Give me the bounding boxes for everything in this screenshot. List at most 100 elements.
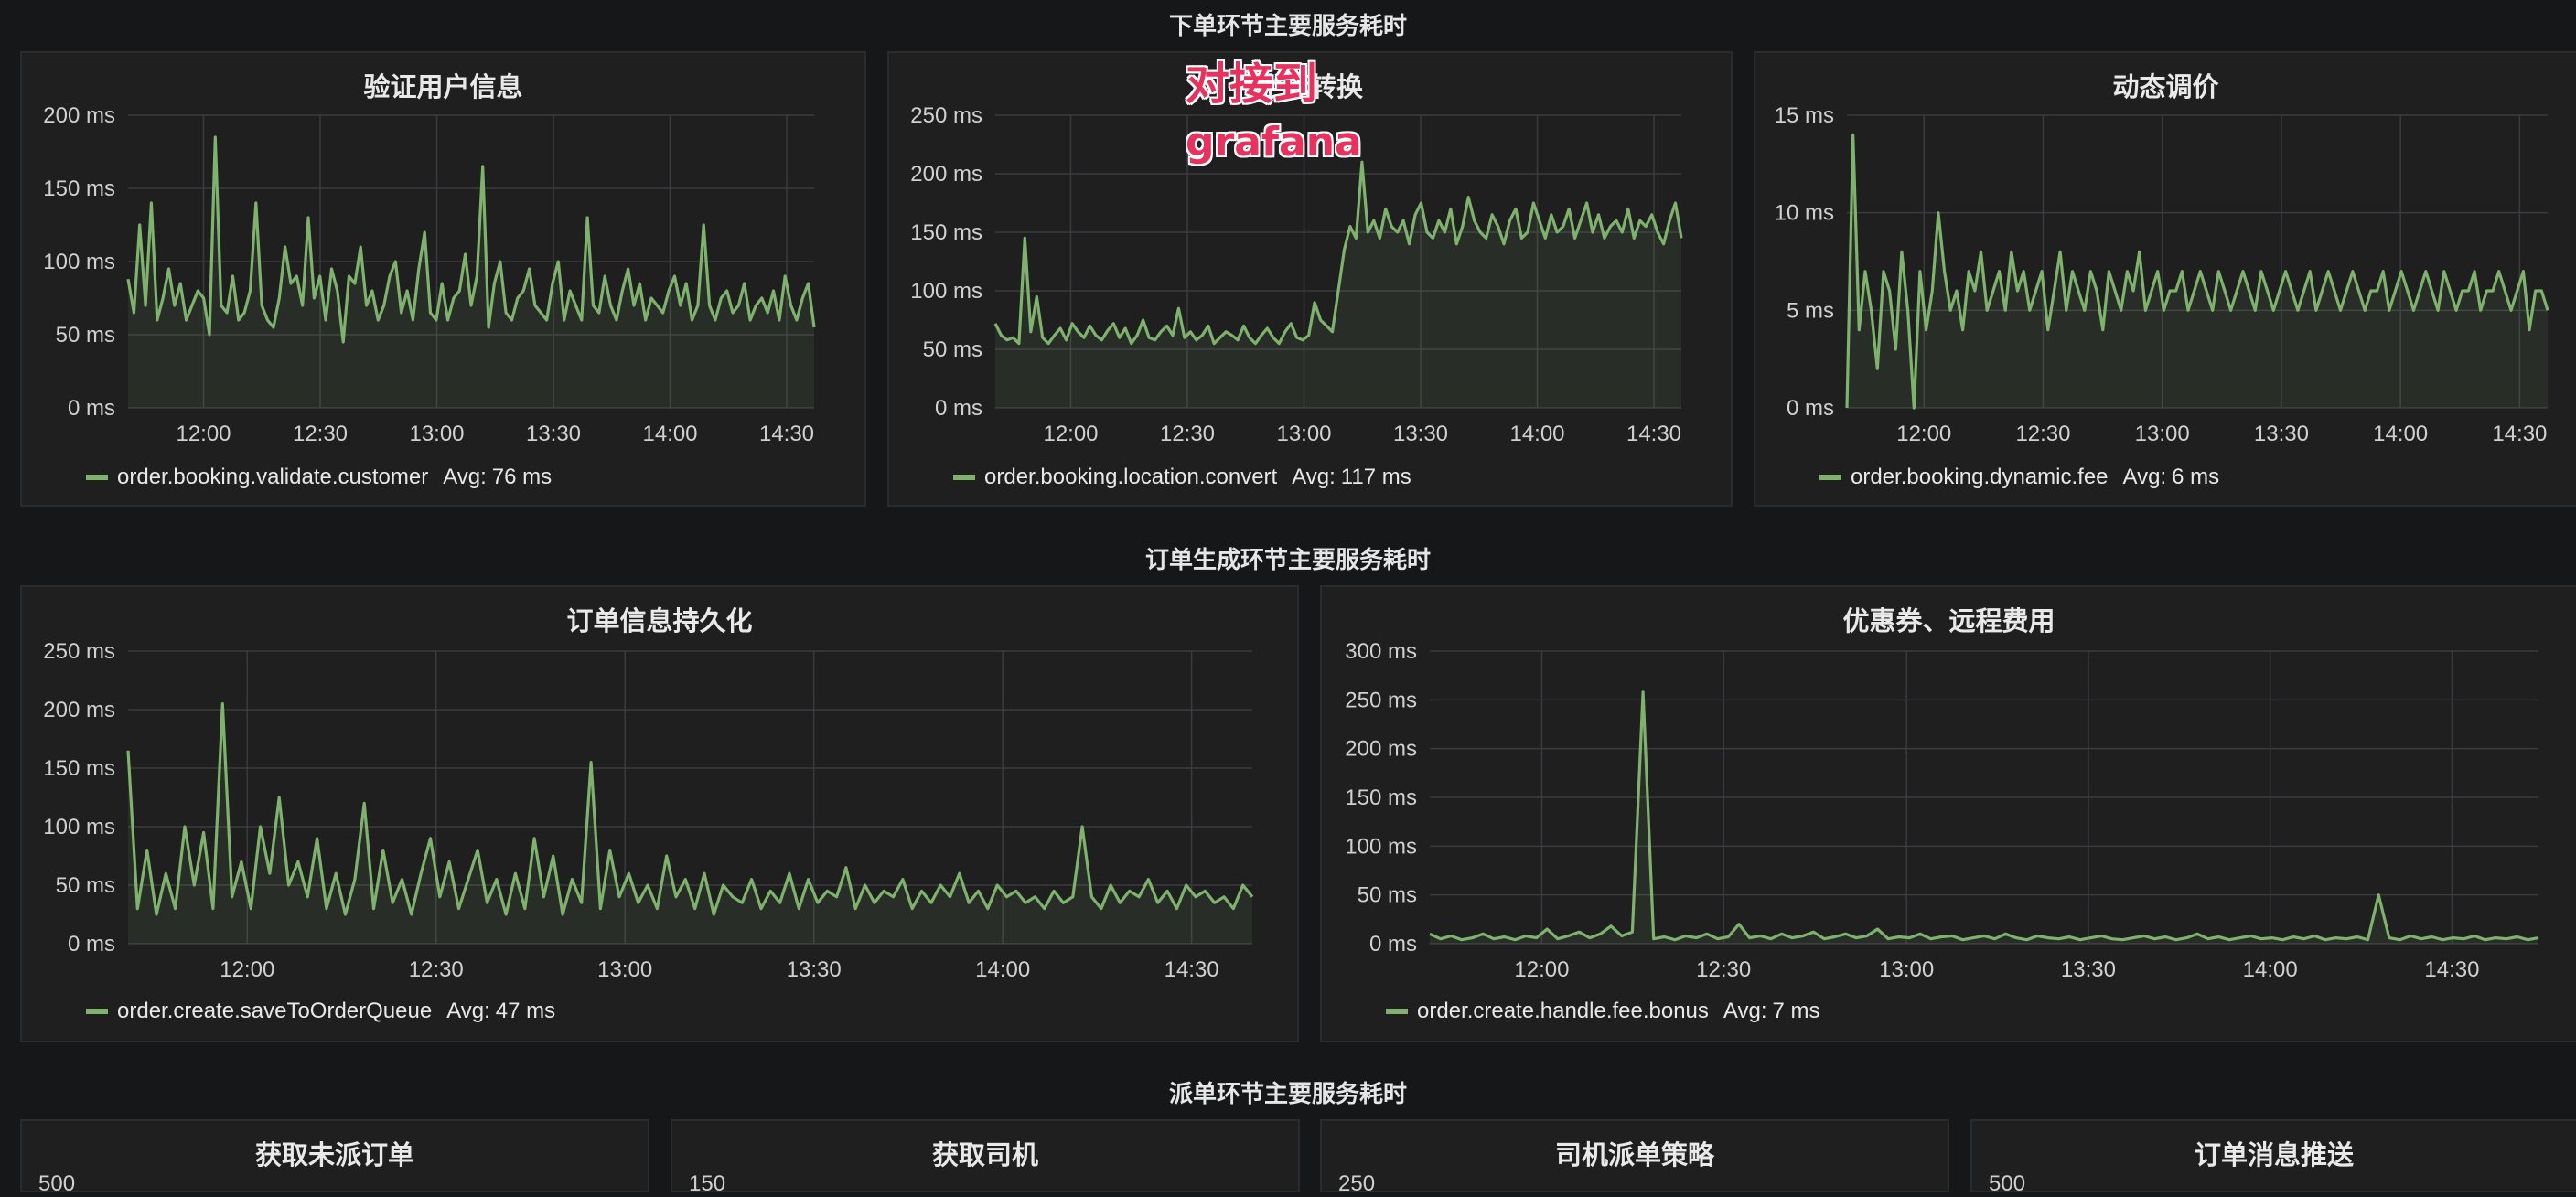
- y-tick-label: 150 ms: [910, 220, 982, 245]
- y-tick-label: 0 ms: [935, 396, 982, 421]
- y-tick-label: 100 ms: [910, 279, 982, 304]
- x-tick-label: 14:00: [975, 957, 1030, 982]
- legend-avg-value: 7 ms: [1772, 999, 1820, 1023]
- panel-get-drivers: 获取司机 150: [671, 1119, 1300, 1196]
- chart-svg[interactable]: 0 ms 50 ms 100 ms 150 ms 200 ms 12:00 12:30 13:…: [22, 53, 868, 508]
- y-tick-label: 300 ms: [1345, 639, 1417, 664]
- panel-title[interactable]: 订单消息推送: [1972, 1134, 2576, 1172]
- y-tick-label: 150 ms: [43, 756, 115, 781]
- y-tick-partial: 500: [38, 1171, 76, 1196]
- y-tick-label: 100 ms: [43, 815, 115, 839]
- y-tick-label: 50 ms: [923, 337, 982, 362]
- row-title-dispatch[interactable]: 派单环节主要服务耗时: [0, 1075, 2576, 1109]
- y-tick-label: 100 ms: [1345, 834, 1417, 859]
- panel-title[interactable]: 验证用户信息: [22, 66, 864, 104]
- y-tick-label: 10 ms: [1775, 201, 1834, 226]
- panel-dynamic-fee: 0 ms 5 ms 10 ms 15 ms 12:00 12:30 13:00 13:30 14…: [1754, 51, 2576, 507]
- chart-svg[interactable]: 0 ms 50 ms 100 ms 150 ms 200 ms 250 ms 12:00 12…: [22, 587, 1301, 1044]
- panel-fee-bonus: 0 ms 50 ms 100 ms 150 ms 200 ms 250 ms 300 ms 1…: [1320, 585, 2576, 1042]
- x-tick-label: 14:00: [1509, 422, 1564, 446]
- x-tick-label: 13:30: [2254, 422, 2309, 446]
- y-tick-label: 150 ms: [43, 176, 115, 201]
- x-tick-label: 12:30: [293, 422, 348, 446]
- series-color-swatch[interactable]: [953, 475, 975, 480]
- panel-title[interactable]: 司机派单策略: [1322, 1134, 1948, 1172]
- series-color-swatch[interactable]: [86, 1009, 108, 1014]
- panel-title[interactable]: 获取未派订单: [22, 1134, 648, 1172]
- overlay-text-line2: grafana: [1186, 119, 1362, 166]
- y-tick-label: 0 ms: [1369, 932, 1417, 957]
- legend-series-name[interactable]: order.create.saveToOrderQueue: [117, 999, 432, 1024]
- row-title-order-create[interactable]: 订单生成环节主要服务耗时: [0, 541, 2576, 575]
- overlay-text-line1: 对接到: [1186, 59, 1318, 110]
- y-tick-label: 100 ms: [43, 250, 115, 274]
- y-tick-partial: 250: [1338, 1171, 1376, 1196]
- legend: order.booking.validate.customer Avg: 76 …: [86, 465, 552, 490]
- panel-order-message-push: 订单消息推送 500: [1970, 1119, 2576, 1196]
- chart-svg[interactable]: 0 ms 50 ms 100 ms 150 ms 200 ms 250 ms 300 ms 1…: [1322, 587, 2576, 1044]
- x-tick-label: 12:00: [176, 422, 231, 446]
- x-tick-label: 13:00: [1879, 957, 1934, 982]
- y-tick-label: 200 ms: [43, 698, 115, 722]
- y-tick-partial: 150: [689, 1171, 726, 1196]
- y-tick-label: 50 ms: [1358, 883, 1417, 908]
- legend-series-name[interactable]: order.create.handle.fee.bonus: [1417, 999, 1709, 1024]
- series-color-swatch[interactable]: [1386, 1009, 1408, 1014]
- panel-title[interactable]: 动态调价: [1755, 66, 2576, 104]
- x-tick-label: 14:00: [2243, 957, 2298, 982]
- y-tick-label: 250 ms: [43, 639, 115, 664]
- legend-series-name[interactable]: order.booking.dynamic.fee: [1851, 465, 2109, 490]
- y-tick-label: 250 ms: [1345, 688, 1417, 712]
- panel-save-to-order-queue: 0 ms 50 ms 100 ms 150 ms 200 ms 250 ms 12:00 12…: [20, 585, 1299, 1042]
- legend: order.create.saveToOrderQueue Avg: 47 ms: [86, 999, 555, 1024]
- panel-title[interactable]: 获取司机: [672, 1134, 1298, 1172]
- x-tick-label: 13:30: [526, 422, 581, 446]
- x-tick-label: 12:00: [1514, 957, 1569, 982]
- panel-driver-dispatch-strategy: 司机派单策略 250: [1320, 1119, 1949, 1196]
- x-tick-label: 14:00: [642, 422, 697, 446]
- y-tick-label: 0 ms: [68, 932, 115, 957]
- panel-validate-customer: 0 ms 50 ms 100 ms 150 ms 200 ms 12:00 12:30 13:…: [20, 51, 866, 507]
- y-tick-label: 0 ms: [68, 396, 115, 421]
- y-tick-partial: 500: [1989, 1171, 2026, 1196]
- legend-avg-label: Avg:: [446, 999, 490, 1023]
- x-tick-label: 12:00: [1043, 422, 1098, 446]
- y-tick-label: 200 ms: [43, 103, 115, 128]
- x-tick-label: 13:30: [2061, 957, 2116, 982]
- y-tick-label: 50 ms: [56, 323, 115, 347]
- x-tick-label: 14:30: [759, 422, 814, 446]
- legend-avg-label: Avg:: [2122, 465, 2167, 489]
- x-tick-label: 13:30: [1393, 422, 1448, 446]
- legend-avg-label: Avg:: [1723, 999, 1767, 1023]
- x-tick-label: 13:00: [2135, 422, 2190, 446]
- chart-svg[interactable]: 0 ms 5 ms 10 ms 15 ms 12:00 12:30 13:00 13:30 14…: [1755, 53, 2576, 508]
- y-tick-label: 0 ms: [1787, 396, 1834, 421]
- x-tick-label: 12:30: [2015, 422, 2070, 446]
- x-tick-label: 14:30: [2424, 957, 2479, 982]
- legend-series-name[interactable]: order.booking.location.convert: [984, 465, 1277, 490]
- legend-avg-value: 117 ms: [1340, 465, 1411, 489]
- x-tick-label: 14:00: [2373, 422, 2428, 446]
- legend-series-name[interactable]: order.booking.validate.customer: [117, 465, 428, 490]
- series-area-fill: [128, 703, 1252, 944]
- series-area-fill: [1430, 691, 2538, 944]
- x-tick-label: 12:00: [1896, 422, 1951, 446]
- series-color-swatch[interactable]: [1819, 475, 1841, 480]
- panel-get-undispatched-orders: 获取未派订单 500: [20, 1119, 649, 1196]
- panel-title[interactable]: 订单信息持久化: [22, 600, 1297, 638]
- x-tick-label: 12:30: [1696, 957, 1751, 982]
- x-tick-label: 13:00: [597, 957, 652, 982]
- panel-title[interactable]: 优惠券、远程费用: [1322, 600, 2576, 638]
- row-title-booking[interactable]: 下单环节主要服务耗时: [0, 7, 2576, 41]
- y-tick-label: 200 ms: [1345, 737, 1417, 762]
- legend: order.booking.location.convert Avg: 117 …: [953, 465, 1411, 490]
- y-tick-label: 50 ms: [56, 873, 115, 898]
- x-tick-label: 13:00: [1276, 422, 1331, 446]
- x-tick-label: 12:00: [220, 957, 274, 982]
- legend-avg-value: 76 ms: [491, 465, 553, 489]
- series-line[interactable]: [1429, 690, 2539, 942]
- y-tick-label: 5 ms: [1787, 298, 1834, 323]
- series-color-swatch[interactable]: [86, 475, 108, 480]
- x-tick-label: 12:30: [1160, 422, 1215, 446]
- legend: order.booking.dynamic.fee Avg: 6 ms: [1819, 465, 2219, 490]
